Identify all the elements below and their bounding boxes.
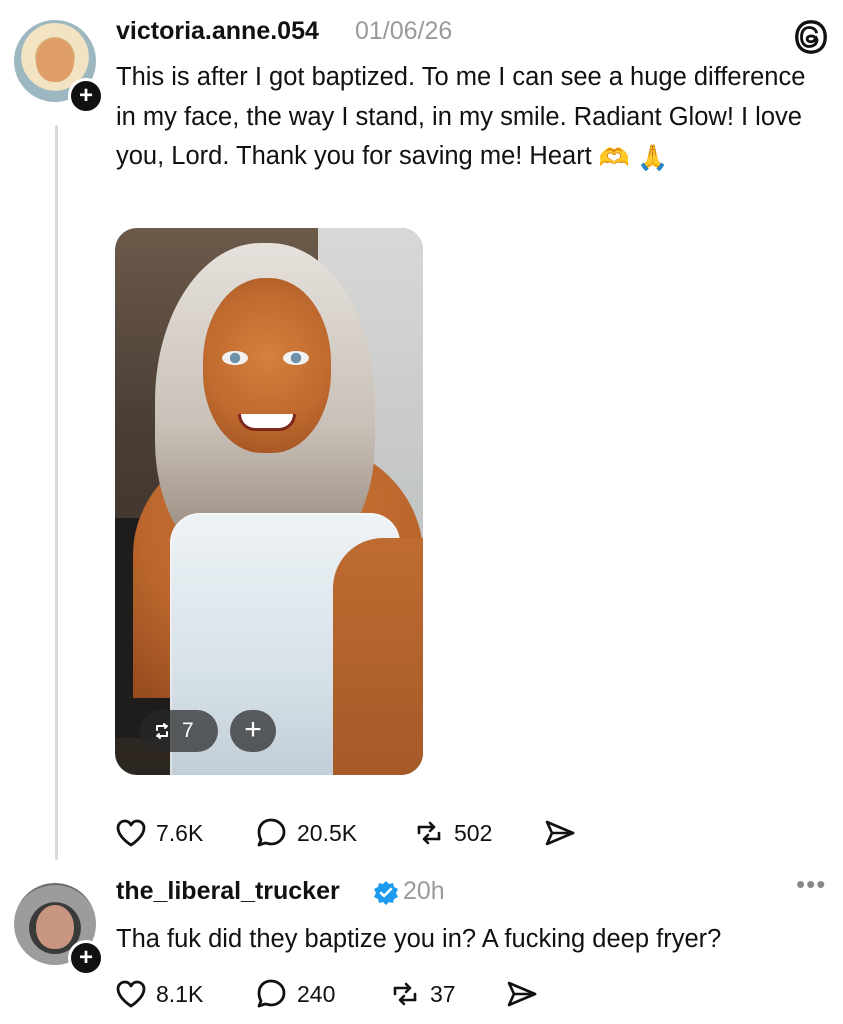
share-button[interactable]	[543, 816, 581, 850]
post-text-body: This is after I got baptized. To me I ca…	[116, 63, 806, 170]
reply-avatar-face	[36, 905, 74, 949]
reply-like-count: 8.1K	[156, 981, 204, 1007]
media-add-button[interactable]: +	[230, 710, 276, 752]
plus-icon: +	[244, 713, 262, 746]
reply-reply-button[interactable]: 240	[255, 977, 351, 1011]
repost-icon	[417, 821, 441, 845]
reply-button[interactable]: 20.5K	[255, 816, 375, 850]
heart-hands-emoji: 🫶	[598, 144, 631, 172]
media-repost-count: 7	[182, 719, 194, 742]
reply-follow-plus-icon[interactable]: +	[68, 940, 104, 976]
heart-icon	[116, 819, 146, 847]
reply-time: 20h	[403, 877, 445, 905]
reply-like-button[interactable]: 8.1K	[114, 977, 214, 1011]
follow-plus-icon[interactable]: +	[68, 78, 104, 114]
reply-share-button[interactable]	[505, 977, 543, 1011]
reply-reply-count: 240	[297, 981, 336, 1007]
repost-icon	[393, 982, 417, 1006]
repost-button[interactable]: 502	[412, 816, 508, 850]
post-photo[interactable]	[115, 228, 423, 775]
reply-repost-count: 37	[430, 981, 456, 1007]
avatar-face	[36, 38, 74, 82]
threads-icon[interactable]	[792, 18, 830, 56]
verified-icon	[374, 881, 398, 905]
like-count: 7.6K	[156, 820, 204, 846]
reply-count: 20.5K	[297, 820, 358, 846]
comment-icon	[257, 979, 286, 1008]
photo-arm	[333, 538, 423, 775]
comment-icon	[257, 818, 286, 847]
photo-smile	[238, 414, 296, 431]
post-username[interactable]: victoria.anne.054	[116, 17, 319, 46]
like-button[interactable]: 7.6K	[114, 816, 214, 850]
repost-icon	[156, 723, 168, 739]
post-text: This is after I got baptized. To me I ca…	[116, 58, 826, 177]
media-repost-count-button[interactable]: 7	[140, 710, 218, 752]
reply-repost-button[interactable]: 37	[388, 977, 468, 1011]
reply-username[interactable]: the_liberal_trucker	[116, 877, 340, 906]
share-icon	[545, 820, 575, 846]
heart-icon	[116, 980, 146, 1008]
reply-text: Tha fuk did they baptize you in? A fucki…	[116, 925, 722, 953]
praying-hands-emoji: 🙏	[637, 144, 669, 172]
share-icon	[507, 981, 537, 1007]
photo-eye-right	[283, 351, 309, 365]
repost-count: 502	[454, 820, 493, 846]
more-options-button[interactable]: •••	[796, 871, 832, 898]
thread-connector-line	[55, 125, 58, 860]
post-date: 01/06/26	[355, 17, 453, 45]
photo-eye-left	[222, 351, 248, 365]
